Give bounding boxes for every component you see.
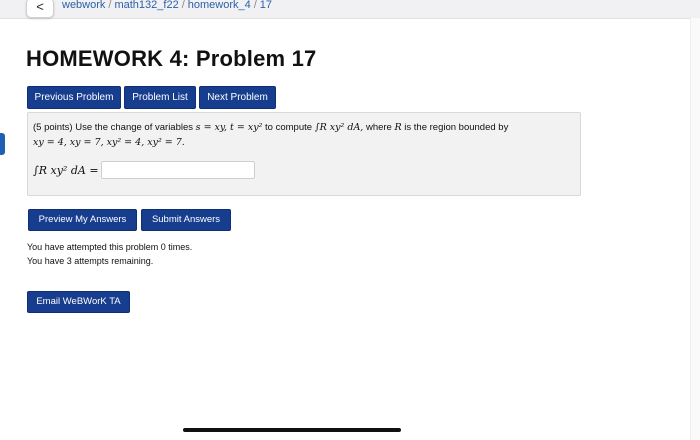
page-title: HOMEWORK 4: Problem 17 (26, 46, 317, 71)
problem-statement: (5 points) Use the change of variables s… (33, 120, 573, 150)
breadcrumb-separator: / (108, 0, 112, 11)
attempts-info: You have attempted this problem 0 times.… (27, 240, 192, 268)
browser-top-bar: < webwork / math132_f22/homework_4/17 (0, 0, 700, 19)
answer-input[interactable] (101, 161, 255, 179)
region-text: is the region bounded by (404, 122, 509, 133)
side-tab-marker[interactable] (0, 133, 5, 155)
breadcrumb-item-problem: 17 (259, 0, 273, 11)
problem-points: (5 points) (33, 122, 73, 133)
back-button[interactable]: < (26, 0, 54, 18)
target-integral: ∫R xy² dA, (314, 122, 364, 133)
region-variable: R (394, 122, 402, 133)
breadcrumb-item-homework[interactable]: homework_4 (188, 0, 251, 11)
attempts-remaining: You have 3 attempts remaining. (27, 256, 154, 266)
attempts-made: You have attempted this problem 0 times. (27, 242, 193, 252)
to-compute-text: to compute (265, 122, 313, 133)
substitution-formula: s = xy, t = xy² (195, 122, 263, 133)
home-indicator (183, 428, 401, 432)
breadcrumb-item-course[interactable]: math132_f22 (114, 0, 178, 11)
where-text: where (365, 122, 392, 133)
email-ta-button[interactable]: Email WeBWorK TA (27, 291, 130, 313)
breadcrumb-separator: / (253, 0, 257, 11)
problem-intro: Use the change of variables (75, 122, 194, 133)
previous-problem-button[interactable]: Previous Problem (27, 86, 121, 109)
right-gutter (690, 18, 700, 440)
region-bounds: xy = 4, xy = 7, xy² = 4, xy² = 7. (33, 137, 185, 148)
answer-label: ∫R xy² dA = (33, 164, 99, 177)
breadcrumb-separator: / (181, 0, 185, 11)
problem-list-button[interactable]: Problem List (124, 86, 196, 109)
breadcrumb: webwork / math132_f22/homework_4/17 (62, 0, 272, 11)
next-problem-button[interactable]: Next Problem (199, 86, 276, 109)
submit-answers-button[interactable]: Submit Answers (141, 209, 231, 231)
chevron-left-icon: < (36, 0, 44, 14)
breadcrumb-item-webwork[interactable]: webwork (62, 0, 105, 11)
problem-panel: (5 points) Use the change of variables s… (27, 112, 581, 196)
preview-answers-button[interactable]: Preview My Answers (28, 209, 137, 231)
